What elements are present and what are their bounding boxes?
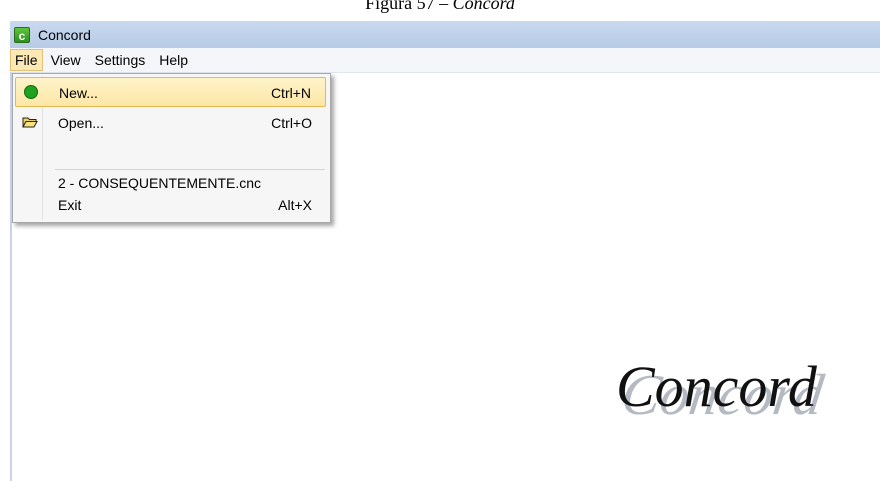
window-title: Concord <box>38 26 91 43</box>
figure-caption: Figura 57 – Concord <box>0 0 880 14</box>
menu-item-exit-label: Exit <box>58 197 82 213</box>
menu-bar: File View Settings Help <box>10 48 880 73</box>
app-icon: c <box>14 26 30 43</box>
app-window: c Concord File View Settings Help Concor… <box>0 21 880 481</box>
menu-item-new[interactable]: New... Ctrl+N <box>15 77 326 107</box>
green-dot-icon <box>24 85 38 99</box>
menu-item-open[interactable]: Open... Ctrl+O <box>15 108 326 138</box>
menu-file[interactable]: File <box>10 49 43 71</box>
caption-prefix: Figura 57 – <box>365 0 453 13</box>
concord-logo: Concord Concord <box>616 354 856 428</box>
menu-file-label: File <box>15 52 38 68</box>
title-bar[interactable]: c Concord <box>10 21 880 48</box>
caption-app-name: Concord <box>452 0 515 13</box>
menu-item-new-shortcut: Ctrl+N <box>270 85 311 101</box>
menu-item-open-shortcut: Ctrl+O <box>271 115 312 131</box>
file-menu-dropdown: New... Ctrl+N Open... Ctrl+O 2 - CONSEQU… <box>12 73 331 223</box>
menu-help[interactable]: Help <box>153 49 194 71</box>
logo-text: Concord <box>616 354 817 419</box>
menu-view[interactable]: View <box>45 49 87 71</box>
menu-item-exit-shortcut: Alt+X <box>278 197 312 213</box>
menu-settings[interactable]: Settings <box>89 49 152 71</box>
menu-item-new-label: New... <box>59 85 98 101</box>
menu-settings-label: Settings <box>94 52 146 68</box>
menu-item-open-label: Open... <box>58 115 104 131</box>
menu-item-exit[interactable]: Exit Alt+X <box>15 192 326 218</box>
menu-help-label: Help <box>159 52 189 68</box>
folder-open-icon <box>22 117 38 128</box>
menu-view-label: View <box>50 52 81 68</box>
